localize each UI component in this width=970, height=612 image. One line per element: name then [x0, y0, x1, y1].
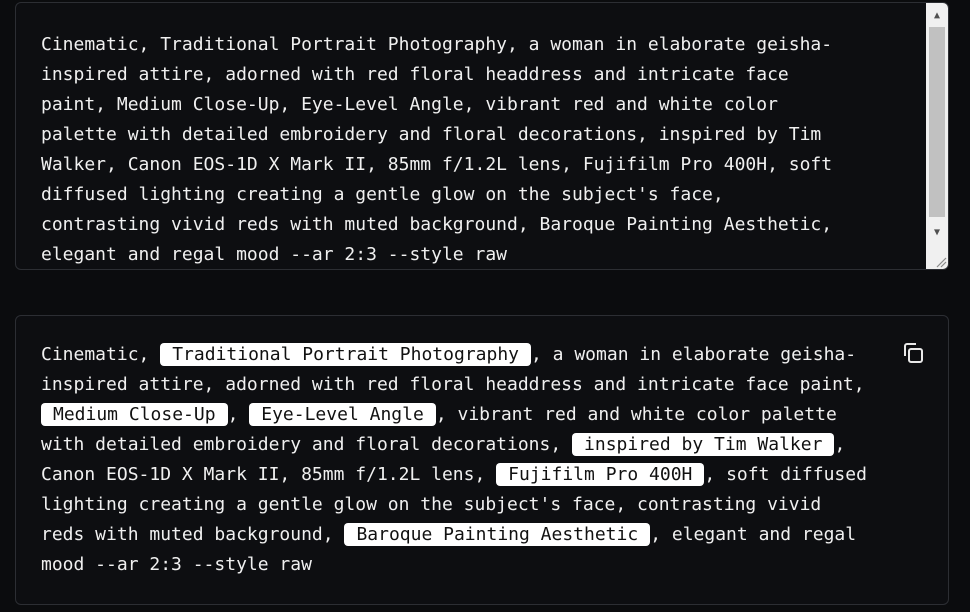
prompt-preview-text: Cinematic, Traditional Portrait Photogra… — [41, 340, 926, 580]
scrollbar-thumb[interactable] — [929, 27, 945, 217]
vertical-scrollbar[interactable]: ▲ ▼ — [926, 3, 948, 269]
scroll-up-arrow-icon[interactable]: ▲ — [926, 4, 948, 26]
preview-text-segment: , — [227, 404, 250, 425]
copy-icon[interactable] — [900, 340, 926, 366]
keyword-chip[interactable]: Traditional Portrait Photography — [160, 343, 531, 366]
keyword-chip[interactable]: Medium Close-Up — [41, 403, 228, 426]
resize-grip-icon[interactable] — [935, 256, 947, 268]
prompt-preview-panel: Cinematic, Traditional Portrait Photogra… — [15, 315, 949, 605]
keyword-chip[interactable]: inspired by Tim Walker — [572, 433, 835, 456]
keyword-chip[interactable]: Baroque Painting Aesthetic — [344, 523, 651, 546]
preview-text-segment: Cinematic, — [41, 344, 161, 365]
prompt-textarea-text[interactable]: Cinematic, Traditional Portrait Photogra… — [41, 30, 911, 269]
prompt-textarea[interactable]: Cinematic, Traditional Portrait Photogra… — [15, 2, 949, 270]
keyword-chip[interactable]: Fujifilm Pro 400H — [496, 463, 705, 486]
scroll-down-arrow-icon[interactable]: ▼ — [926, 221, 948, 243]
keyword-chip[interactable]: Eye-Level Angle — [249, 403, 436, 426]
